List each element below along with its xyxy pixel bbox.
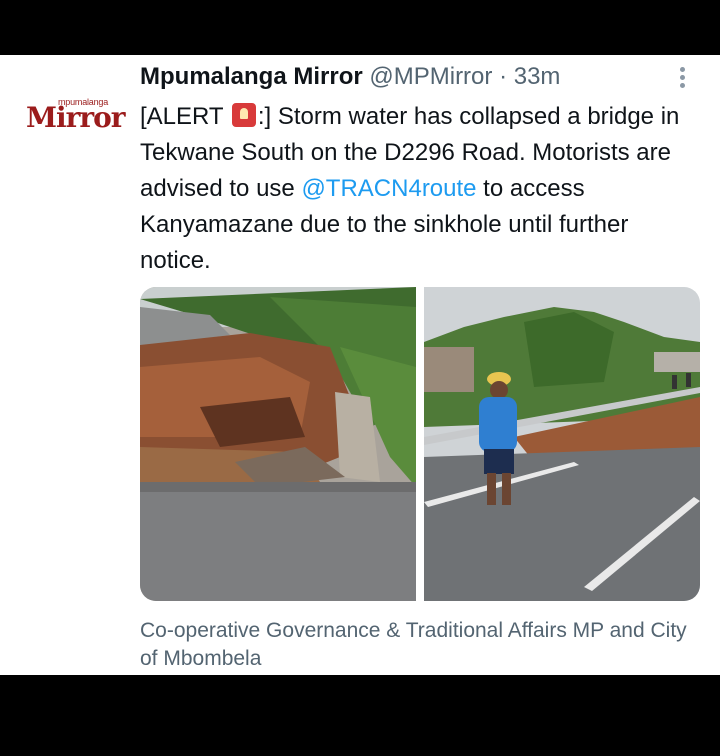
tweet-text-part-1: [ALERT: [140, 103, 230, 130]
media-photo-collapsed-road[interactable]: [140, 287, 416, 601]
tweet-header: Mpumalanga Mirror @MPMirror · 33m: [140, 63, 560, 91]
media-caption: Co-operative Governance & Traditional Af…: [140, 619, 687, 670]
avatar-logo-text: Mirror: [26, 101, 126, 134]
tweet-card[interactable]: mpumalanga Mirror Mpumalanga Mirror @MPM…: [0, 55, 720, 675]
separator: ·: [499, 63, 508, 90]
media-photo-man-at-sinkhole[interactable]: [424, 287, 700, 601]
media-grid: [140, 287, 700, 601]
display-name[interactable]: Mpumalanga Mirror: [140, 63, 363, 90]
more-options-icon[interactable]: [672, 65, 692, 91]
timestamp[interactable]: 33m: [514, 63, 561, 90]
user-handle[interactable]: @MPMirror: [369, 63, 492, 90]
police-light-icon: [231, 103, 256, 127]
tweet-text: [ALERT :] Storm water has collapsed a br…: [140, 99, 700, 279]
avatar[interactable]: mpumalanga Mirror: [24, 97, 126, 134]
mention-link[interactable]: @TRACN4route: [301, 175, 476, 202]
